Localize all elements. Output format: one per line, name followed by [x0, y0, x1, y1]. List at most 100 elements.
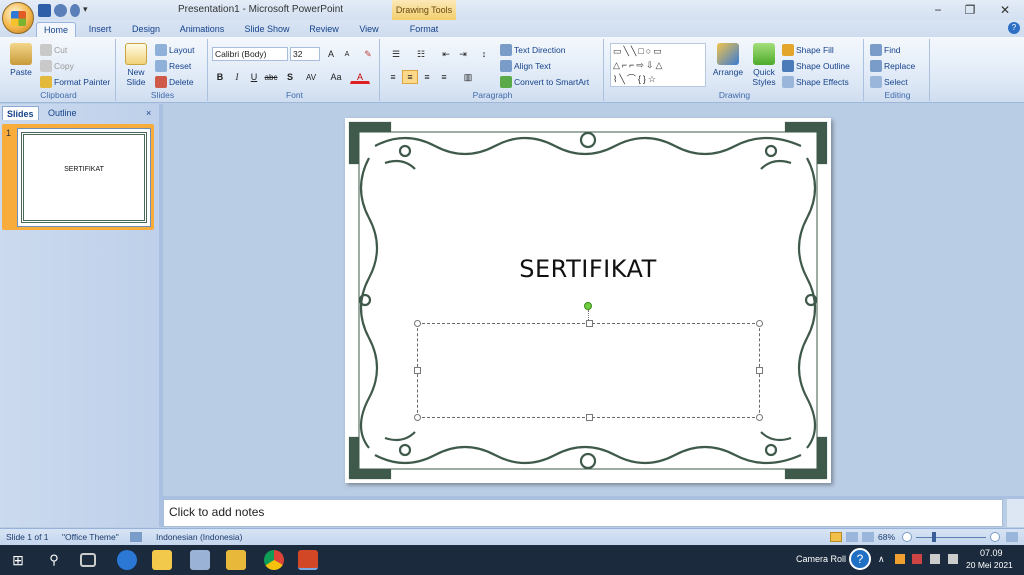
notes-pane[interactable] [163, 499, 1003, 527]
file-explorer-icon[interactable] [152, 550, 172, 570]
restore-button[interactable]: ❐ [960, 2, 980, 18]
align-text-button[interactable]: Align Text [500, 60, 551, 72]
task-view-icon[interactable] [80, 553, 96, 567]
slide-title[interactable]: SERTIFIKAT [345, 255, 831, 283]
tab-view[interactable]: View [352, 22, 386, 37]
volume-icon[interactable] [948, 554, 958, 564]
customize-qat-icon[interactable]: ▾ [83, 4, 91, 17]
strikethrough-button[interactable]: abc [263, 70, 279, 84]
redo-icon[interactable] [70, 3, 80, 17]
underline-button[interactable]: U [246, 70, 262, 84]
layout-button[interactable]: Layout [155, 44, 195, 56]
font-size-select[interactable]: 32 [290, 47, 320, 61]
undo-icon[interactable] [54, 3, 67, 17]
tab-insert[interactable]: Insert [82, 22, 118, 37]
replace-button[interactable]: Replace [870, 60, 915, 72]
chrome-icon[interactable] [264, 550, 284, 570]
delete-button[interactable]: Delete [155, 76, 194, 88]
tab-format[interactable]: Format [402, 22, 446, 37]
tray-chevron-icon[interactable]: ∧ [878, 554, 885, 565]
cut-button[interactable]: Cut [40, 44, 67, 56]
language[interactable]: Indonesian (Indonesia) [156, 532, 242, 542]
numbering-icon[interactable]: ☷ [410, 47, 432, 61]
char-spacing-button[interactable]: AV [300, 70, 322, 84]
tab-slide-show[interactable]: Slide Show [240, 22, 294, 37]
office-button[interactable] [2, 2, 34, 34]
close-button[interactable]: ✕ [995, 2, 1015, 18]
shape-effects-button[interactable]: Shape Effects [782, 76, 849, 88]
save-icon[interactable] [38, 3, 51, 17]
justify-icon[interactable]: ≡ [436, 70, 452, 84]
reset-button[interactable]: Reset [155, 60, 191, 72]
tab-slides[interactable]: Slides [2, 106, 39, 120]
convert-smartart-button[interactable]: Convert to SmartArt [500, 76, 589, 88]
subtitle-placeholder[interactable] [414, 320, 763, 421]
resize-handle-e[interactable] [756, 367, 763, 374]
camera-roll-label[interactable]: Camera Roll [796, 554, 846, 564]
tab-animations[interactable]: Animations [176, 22, 228, 37]
italic-button[interactable]: I [229, 70, 245, 84]
notes-placeholder[interactable]: Click to add notes [169, 505, 264, 519]
grow-font-icon[interactable]: A [323, 47, 339, 61]
powerpoint-taskbar-icon[interactable] [298, 550, 318, 570]
windows-start-icon[interactable]: ⊞ [8, 550, 28, 570]
tab-design[interactable]: Design [128, 22, 164, 37]
select-button[interactable]: Select [870, 76, 908, 88]
copy-button[interactable]: Copy [40, 60, 74, 72]
tray-app-icon[interactable] [895, 554, 905, 564]
format-painter-button[interactable]: Format Painter [40, 76, 110, 88]
notes-scrollbar[interactable] [1007, 499, 1024, 527]
change-case-button[interactable]: Aa [326, 70, 346, 84]
spell-check-icon[interactable] [130, 532, 142, 542]
slideshow-view-icon[interactable] [862, 532, 874, 542]
zoom-in-icon[interactable] [990, 532, 1000, 542]
slide[interactable]: SERTIFIKAT [345, 118, 831, 483]
bold-button[interactable]: B [212, 70, 228, 84]
help-icon[interactable]: ? [1008, 22, 1020, 34]
slide-sorter-icon[interactable] [846, 532, 858, 542]
clock-date[interactable]: 20 Mei 2021 [966, 560, 1013, 570]
align-left-icon[interactable]: ≡ [385, 70, 401, 84]
edge-icon[interactable] [117, 550, 137, 570]
font-family-select[interactable]: Calibri (Body) [212, 47, 288, 61]
resize-handle-s[interactable] [586, 414, 593, 421]
quick-styles-button[interactable]: Quick Styles [748, 43, 780, 87]
shadow-button[interactable]: S [282, 70, 298, 84]
text-direction-button[interactable]: Text Direction [500, 44, 566, 56]
bullets-icon[interactable]: ☰ [385, 47, 407, 61]
resize-handle-w[interactable] [414, 367, 421, 374]
normal-view-icon[interactable] [830, 532, 842, 542]
resize-handle-se[interactable] [756, 414, 763, 421]
app-icon-notepad[interactable] [190, 550, 210, 570]
tab-home[interactable]: Home [36, 22, 76, 37]
tab-review[interactable]: Review [304, 22, 344, 37]
shapes-gallery[interactable]: ▭╲╲□○▭ △⌐⌐⇨⇩△ ⌇╲⌒{}☆ [610, 43, 706, 87]
shape-fill-button[interactable]: Shape Fill [782, 44, 834, 56]
tab-outline[interactable]: Outline [44, 106, 81, 120]
rotate-handle[interactable] [584, 302, 592, 310]
help-circle-icon[interactable]: ? [849, 548, 871, 570]
increase-indent-icon[interactable]: ⇥ [455, 47, 471, 61]
fit-to-window-icon[interactable] [1006, 532, 1018, 542]
shrink-font-icon[interactable]: A [339, 47, 355, 61]
zoom-slider[interactable] [916, 537, 986, 538]
paste-button[interactable]: Paste [6, 43, 36, 77]
zoom-out-icon[interactable] [902, 532, 912, 542]
resize-handle-ne[interactable] [756, 320, 763, 327]
clock-time[interactable]: 07.09 [980, 548, 1003, 558]
pane-close-icon[interactable]: × [142, 106, 155, 120]
minimize-button[interactable]: − [928, 2, 948, 18]
line-spacing-icon[interactable]: ↕ [474, 47, 494, 61]
tray-app-icon-2[interactable] [912, 554, 922, 564]
shape-outline-button[interactable]: Shape Outline [782, 60, 850, 72]
align-right-icon[interactable]: ≡ [419, 70, 435, 84]
clear-format-icon[interactable]: ✎ [360, 47, 376, 61]
arrange-button[interactable]: Arrange [710, 43, 746, 77]
network-icon[interactable] [930, 554, 940, 564]
decrease-indent-icon[interactable]: ⇤ [438, 47, 454, 61]
app-icon-winrar[interactable] [226, 550, 246, 570]
slide-thumbnail[interactable]: SERTIFIKAT [17, 128, 151, 227]
columns-icon[interactable]: ▥ [458, 70, 478, 84]
resize-handle-n[interactable] [586, 320, 593, 327]
resize-handle-sw[interactable] [414, 414, 421, 421]
